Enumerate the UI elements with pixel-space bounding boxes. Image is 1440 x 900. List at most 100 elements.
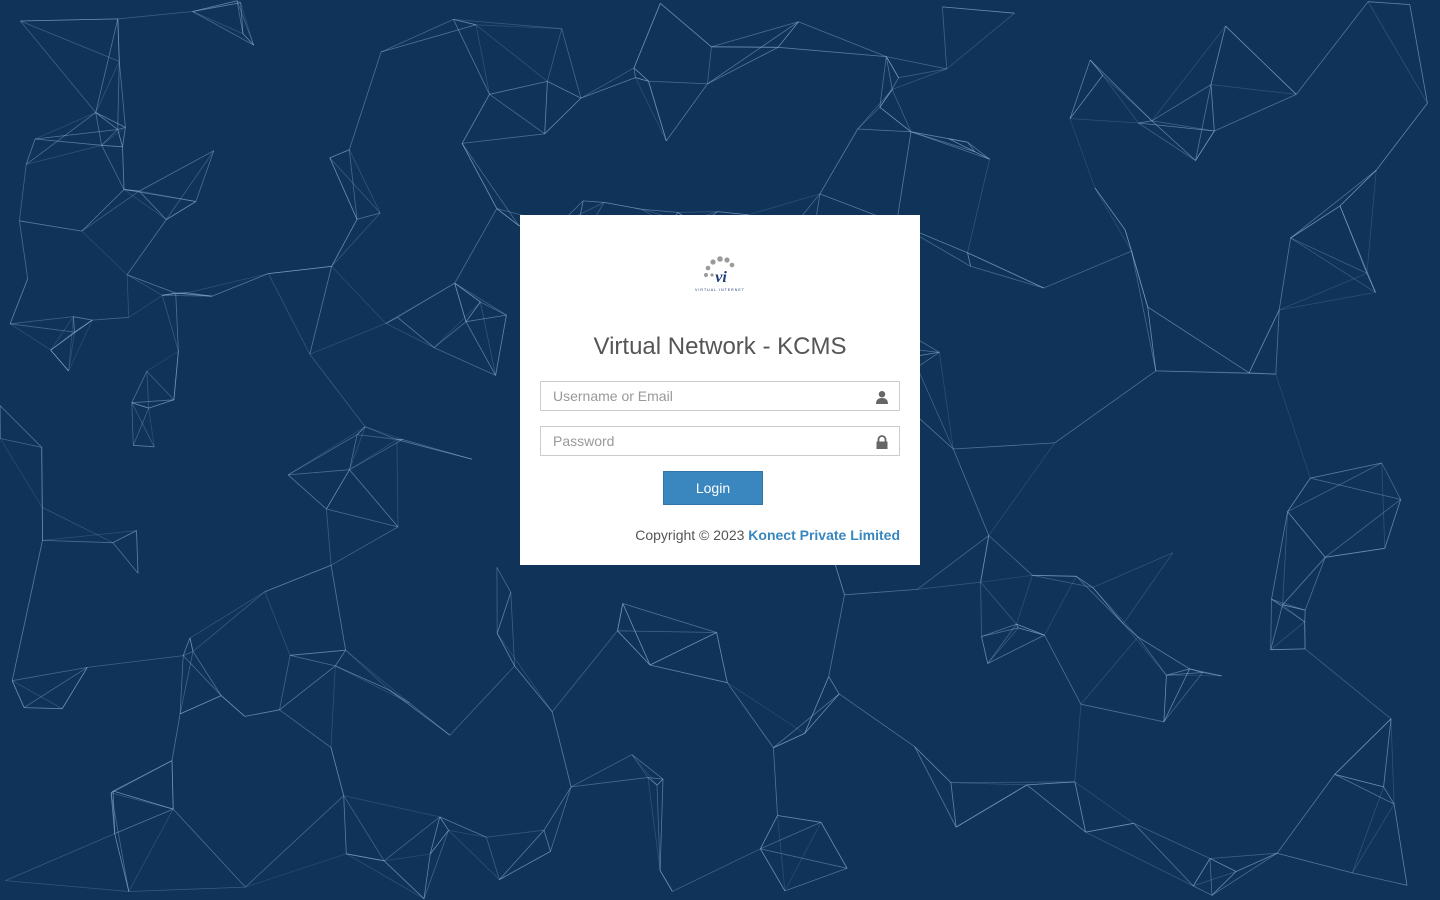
network-line [798,21,887,57]
network-line [122,146,125,190]
network-line [544,97,582,135]
network-line [980,581,1017,625]
network-line [1016,575,1033,625]
network-line [81,230,128,275]
network-line [345,649,410,704]
network-line [489,93,545,135]
network-line [26,144,102,165]
network-line [118,61,126,128]
network-line [166,201,197,220]
network-line [171,713,181,761]
network-line [114,833,130,892]
network-line [397,282,455,318]
network-line [707,46,779,85]
network-line [892,68,947,90]
network-line [496,633,553,712]
network-line [891,89,912,132]
network-line [648,80,708,85]
login-button[interactable]: Login [663,471,763,505]
network-line [1069,118,1096,189]
network-line [10,323,75,333]
svg-text:vi: vi [715,269,727,286]
network-line [898,68,947,79]
network-line [631,754,658,786]
network-line [1102,75,1139,124]
network-line [622,603,717,633]
svg-text:VIRTUAL INTERNET: VIRTUAL INTERNET [695,288,745,292]
network-line [24,707,63,710]
network-line [711,46,779,48]
network-line [1271,598,1306,611]
network-line [195,150,215,202]
network-line [1189,668,1203,673]
network-line [1193,885,1213,896]
network-line [950,782,1028,786]
network-line [967,159,990,253]
copyright-prefix: Copyright © 2023 [635,527,745,543]
network-line [380,19,454,53]
network-line [648,81,667,142]
network-line [1334,774,1384,788]
network-line [1133,822,1211,859]
password-input[interactable] [541,427,873,455]
network-line [133,444,155,448]
network-line [128,294,163,318]
network-line [1211,871,1237,896]
network-line [50,349,69,372]
network-line [1271,598,1305,623]
network-line [73,316,75,333]
network-line [946,12,1015,70]
network-line [309,266,332,355]
network-line [380,24,477,53]
network-line [1282,557,1326,606]
network-line [20,20,97,113]
network-line [423,853,431,899]
network-line [343,795,347,854]
company-link[interactable]: Konect Private Limited [748,527,900,543]
network-line [953,442,1055,450]
network-line [396,439,473,460]
network-line [449,665,515,736]
network-line [1210,84,1297,95]
network-line [1043,250,1132,289]
network-line [1310,477,1401,500]
network-line [475,24,548,82]
network-line [950,782,957,828]
network-line [290,649,346,656]
network-line [942,6,1015,14]
username-input[interactable] [541,382,873,410]
network-line [1248,309,1280,373]
network-line [777,21,799,48]
network-line [453,19,490,95]
network-line [1069,118,1139,124]
network-line [1270,599,1272,650]
network-line [1275,309,1280,375]
network-line [980,582,982,637]
network-line [1032,574,1077,577]
network-line [349,439,403,471]
network-line [95,112,126,128]
network-line [454,282,481,303]
network-line [356,212,381,220]
network-line [938,352,954,450]
network-line [1163,668,1190,722]
network-line [1131,251,1157,371]
network-line [42,530,137,541]
network-line [659,779,664,871]
network-line [279,655,291,710]
network-line [1016,623,1045,636]
password-field [540,426,900,456]
network-line [955,784,1028,828]
network-line [465,321,496,376]
network-line [1287,477,1311,512]
network-line [1325,547,1385,558]
network-line [656,778,664,786]
network-line [617,630,717,633]
network-line [330,526,399,566]
network-line [820,822,848,869]
network-line [192,651,222,696]
network-line [179,695,222,715]
network-line [475,24,490,95]
network-line [828,676,840,695]
network-line [910,131,990,160]
